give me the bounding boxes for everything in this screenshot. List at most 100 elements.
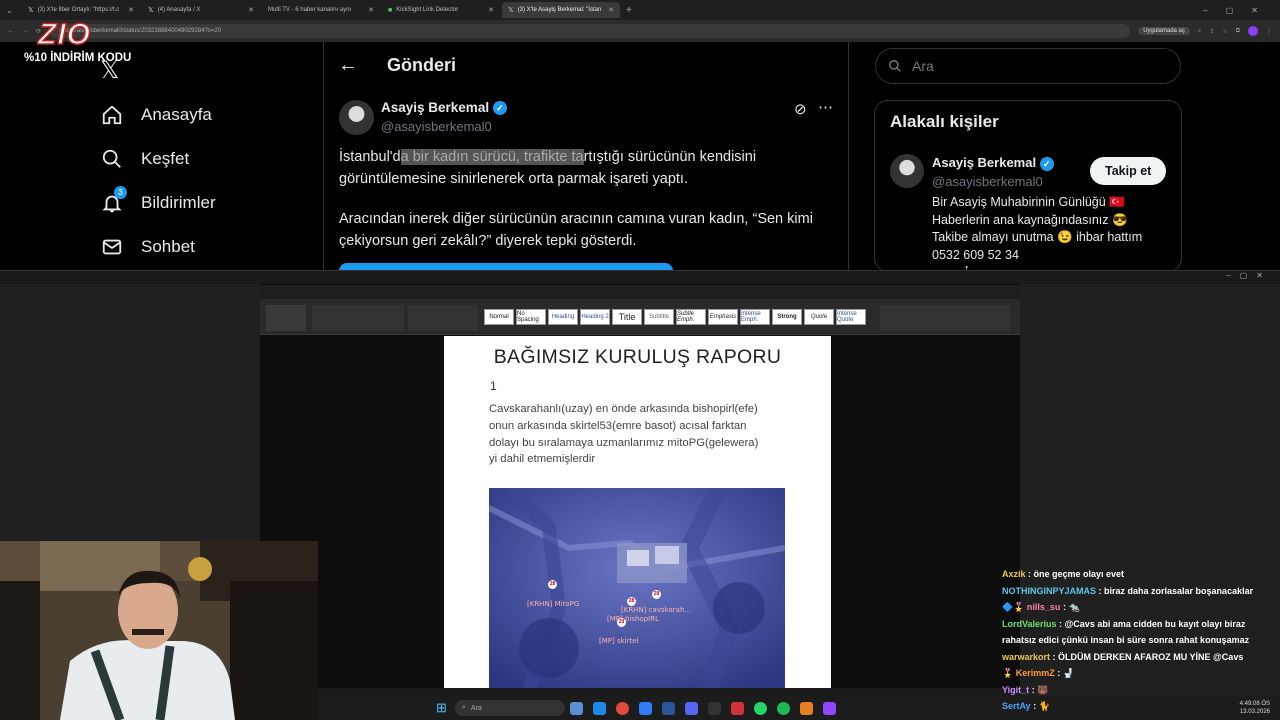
- chat-username[interactable]: NOTHINGINPYJAMAS: [1002, 586, 1096, 596]
- chat-text: biraz daha zorlasalar boşanacaklar: [1104, 585, 1254, 596]
- profile-avatar[interactable]: [1248, 26, 1258, 36]
- nav-item-notifications[interactable]: 3 Bildirimler: [101, 186, 216, 214]
- related-handle[interactable]: @asayisberkemal0: [932, 174, 1043, 189]
- tab-label: (4) Anasayfa / X: [157, 7, 201, 13]
- word-icon[interactable]: [661, 701, 675, 715]
- extensions-icon[interactable]: ⧉: [1236, 28, 1240, 35]
- chat-username[interactable]: Yigit_t: [1002, 685, 1029, 695]
- style-emphasis[interactable]: Emphasis: [708, 309, 738, 325]
- author-handle[interactable]: @asayisberkemal0: [381, 119, 492, 134]
- search-box[interactable]: Ara: [875, 48, 1181, 84]
- map-label: [KRHN] cavskarah...: [621, 606, 692, 614]
- browser-tab[interactable]: ■ KickSight Link Detector ✕: [382, 2, 500, 18]
- url-field[interactable]: x.com/asayisberkemal0/status/20323888400…: [49, 24, 1131, 38]
- style-heading[interactable]: Heading: [548, 309, 578, 325]
- edge-icon[interactable]: [592, 701, 606, 715]
- app-icon[interactable]: [822, 701, 836, 715]
- menu-icon[interactable]: ⋮: [1266, 28, 1272, 35]
- tab-menu-icon[interactable]: ⌄: [6, 6, 20, 15]
- clipboard-group[interactable]: [266, 305, 306, 331]
- sponsor-logo: ZIO: [37, 17, 91, 52]
- new-tab-icon[interactable]: +: [626, 5, 632, 16]
- close-icon[interactable]: ✕: [368, 6, 374, 14]
- browser-tab-active[interactable]: 𝕏 (3) X'te Asayiş Berkemal: "İstan ✕: [502, 2, 620, 18]
- chat-username[interactable]: SertAy: [1002, 701, 1031, 711]
- app-icon[interactable]: [799, 701, 813, 715]
- author-avatar[interactable]: [339, 100, 374, 135]
- window-controls[interactable]: –▢✕: [1226, 271, 1272, 280]
- style-subtitle[interactable]: Subtitle: [644, 309, 674, 325]
- post-text-selected: a bir kadın sürücü, trafikte ta: [400, 149, 584, 165]
- style-no-spacing[interactable]: No Spacing: [516, 309, 546, 325]
- store-icon[interactable]: [638, 701, 652, 715]
- notification-badge: 3: [114, 186, 127, 199]
- follow-button[interactable]: Takip et: [1090, 157, 1167, 185]
- chat-username[interactable]: warwarkort: [1002, 652, 1050, 662]
- grok-icon[interactable]: ⊘: [794, 100, 807, 118]
- windows-start-icon[interactable]: ⊞: [436, 700, 447, 716]
- window-controls[interactable]: –▢✕: [1203, 6, 1280, 15]
- game-map-image[interactable]: 28 28 28 28 [KRHN] MitoPG [KRHN] cavskar…: [489, 488, 785, 690]
- word-status-bar: [260, 688, 1020, 696]
- verified-badge-icon: ✓: [492, 101, 507, 116]
- post-column: ← Gönderi Asayiş Berkemal ✓ @asayisberke…: [323, 42, 849, 271]
- nav-item-explore[interactable]: Keşfet: [101, 148, 216, 170]
- doc-line: onun arkasında skirtel53(emre basot) acı…: [489, 419, 747, 432]
- style-quote[interactable]: Quote: [804, 309, 834, 325]
- app-icon[interactable]: [707, 701, 721, 715]
- discord-icon[interactable]: [684, 701, 698, 715]
- open-in-app-button[interactable]: Uygulamada aç: [1138, 27, 1190, 35]
- close-icon[interactable]: ✕: [248, 6, 254, 14]
- nav-label: Keşfet: [141, 149, 190, 168]
- style-normal[interactable]: Normal: [484, 309, 514, 325]
- chrome-icon[interactable]: [615, 701, 629, 715]
- app-icon[interactable]: [730, 701, 744, 715]
- related-name-row[interactable]: Asayiş Berkemal ✓: [932, 155, 1054, 171]
- style-strong[interactable]: Strong: [772, 309, 802, 325]
- font-group[interactable]: [312, 305, 404, 331]
- zoom-icon[interactable]: ⌕: [1198, 28, 1201, 35]
- close-icon[interactable]: ✕: [608, 6, 614, 14]
- style-heading-2[interactable]: Heading 2: [580, 309, 610, 325]
- chat-username[interactable]: LordValerius: [1002, 619, 1057, 629]
- nav-item-messages[interactable]: Sohbet: [101, 236, 216, 258]
- close-icon[interactable]: ✕: [128, 6, 134, 14]
- back-arrow-icon[interactable]: ←: [338, 54, 358, 77]
- spotify-icon[interactable]: [776, 701, 790, 715]
- chat-message: 🎖️ KerimmZ : 🚽: [1002, 668, 1074, 678]
- style-intense-emphasis[interactable]: Intense Emph.: [740, 309, 770, 325]
- chat-username[interactable]: nills_su: [1027, 602, 1061, 612]
- file-explorer-icon[interactable]: [569, 701, 583, 715]
- whatsapp-icon[interactable]: [753, 701, 767, 715]
- related-avatar[interactable]: [890, 154, 924, 188]
- window-title-bar: –▢✕: [0, 270, 1280, 284]
- x-logo-icon: 𝕏: [148, 7, 154, 14]
- related-name: Asayiş Berkemal: [932, 155, 1037, 170]
- more-options-icon[interactable]: ⋯: [818, 98, 833, 116]
- page-title: Gönderi: [387, 55, 457, 75]
- bookmark-star-icon[interactable]: ☆: [1222, 28, 1227, 35]
- author-name-row[interactable]: Asayiş Berkemal ✓: [381, 100, 507, 116]
- emote-icon: 🐀: [1068, 602, 1080, 612]
- nav-item-home[interactable]: Anasayfa: [101, 104, 216, 126]
- share-icon[interactable]: ⇪: [1209, 28, 1214, 35]
- editing-group[interactable]: [880, 305, 1010, 331]
- close-icon[interactable]: ✕: [488, 6, 494, 14]
- browser-tab[interactable]: Multi TV - 6 haber kanalını aynı ✕: [262, 2, 380, 18]
- tab-label: (3) X'te İlber Ortaylı: "https://t.c: [37, 7, 120, 13]
- browser-tab[interactable]: 𝕏 (3) X'te İlber Ortaylı: "https://t.c ✕: [22, 2, 140, 18]
- paragraph-group[interactable]: [408, 305, 478, 331]
- taskbar-search[interactable]: ⌕ Ara: [454, 700, 565, 716]
- x-logo-icon: 𝕏: [508, 7, 514, 14]
- browser-tab[interactable]: 𝕏 (4) Anasayfa / X ✕: [142, 2, 260, 18]
- style-subtle-emphasis[interactable]: Subtle Emph.: [676, 309, 706, 325]
- chat-username[interactable]: KerimmZ: [1016, 668, 1055, 678]
- x-logo-icon[interactable]: 𝕏: [100, 56, 119, 85]
- back-icon[interactable]: ←: [8, 28, 14, 34]
- chat-username[interactable]: Axzik: [1002, 569, 1026, 579]
- style-title[interactable]: Title: [612, 309, 642, 325]
- badge-icon: 🔷🎖️: [1002, 602, 1027, 612]
- style-intense-quote[interactable]: Intense Quote: [836, 309, 866, 325]
- chat-message: Yigit_t : 🐻: [1002, 684, 1049, 695]
- map-terrain: [489, 488, 785, 690]
